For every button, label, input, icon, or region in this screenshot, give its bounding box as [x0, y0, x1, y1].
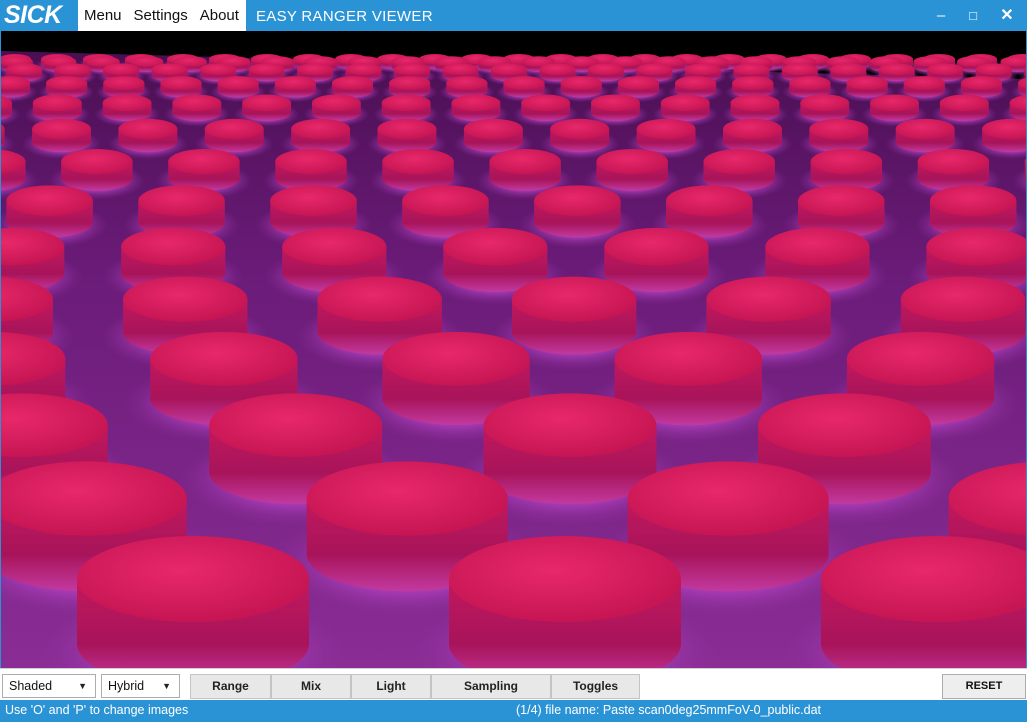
render-mode-value: Shaded: [9, 679, 53, 693]
menu-item-about[interactable]: About: [194, 0, 245, 31]
tab-toggles[interactable]: Toggles: [551, 674, 640, 699]
view-mode-select[interactable]: Hybrid ▼: [101, 674, 180, 698]
maximize-icon[interactable]: □: [957, 0, 989, 31]
render-mode-select[interactable]: Shaded ▼: [2, 674, 96, 698]
title-bar: SICK Menu Settings About EASY RANGER VIE…: [0, 0, 1027, 31]
reset-camera-button[interactable]: RESET CAMERA: [942, 674, 1026, 715]
tab-sampling[interactable]: Sampling: [431, 674, 551, 699]
view-mode-value: Hybrid: [108, 679, 145, 693]
status-file-name: (1/4) file name: Paste scan0deg25mmFoV-0…: [516, 703, 822, 717]
tab-mix[interactable]: Mix: [271, 674, 351, 699]
tab-light[interactable]: Light: [351, 674, 431, 699]
chevron-down-icon: ▼: [162, 681, 171, 691]
menu-item-settings[interactable]: Settings: [128, 0, 194, 31]
close-icon[interactable]: ✕: [991, 0, 1023, 31]
menu-bar: Menu Settings About: [78, 0, 246, 31]
status-bar: Use 'O' and 'P' to change images (1/4) f…: [0, 700, 1027, 722]
sick-logo: SICK: [4, 1, 62, 29]
menu-item-menu[interactable]: Menu: [78, 0, 128, 31]
status-hint: Use 'O' and 'P' to change images: [5, 703, 189, 717]
bottom-toolbar: Shaded ▼ Hybrid ▼ Range Mix Light Sampli…: [0, 668, 1027, 715]
app-title: EASY RANGER VIEWER: [256, 8, 433, 25]
3d-viewport[interactable]: [1, 31, 1026, 668]
chevron-down-icon: ▼: [78, 681, 87, 691]
minimize-icon[interactable]: –: [925, 0, 957, 31]
tab-range[interactable]: Range: [190, 674, 271, 699]
height-map-render: [1, 31, 1026, 668]
